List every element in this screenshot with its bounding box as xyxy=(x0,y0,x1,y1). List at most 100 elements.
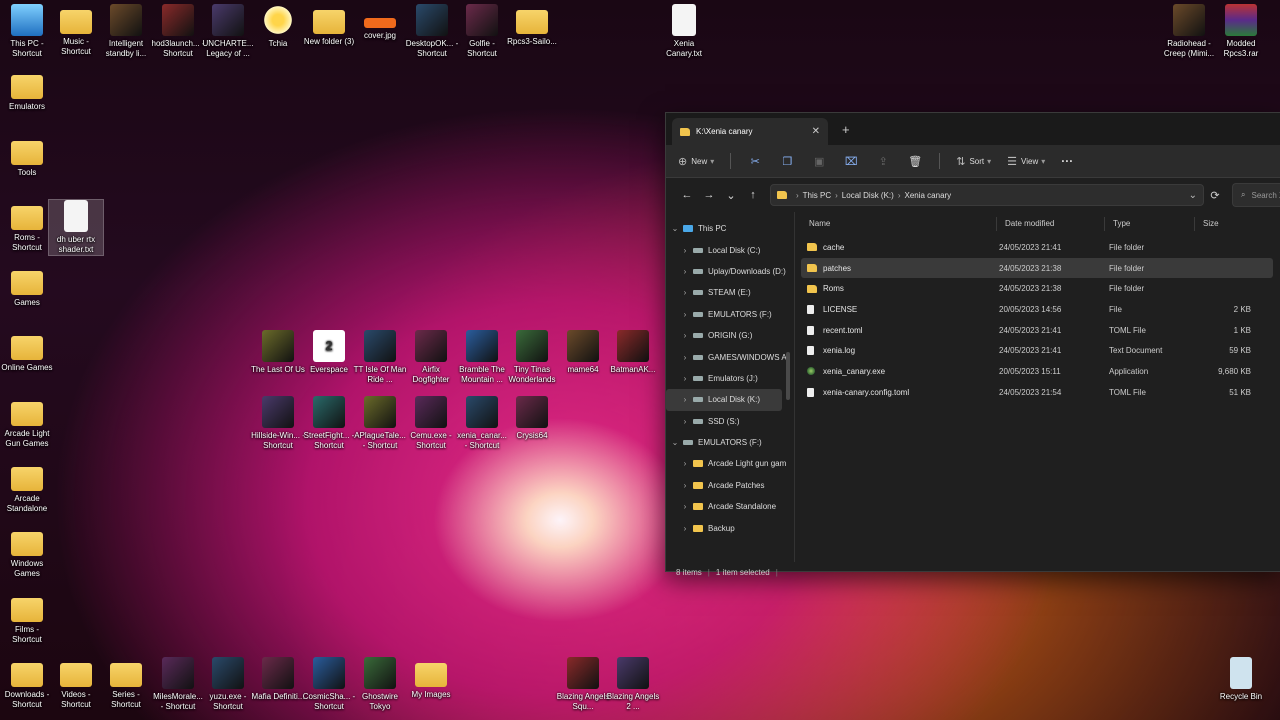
chevron-right-icon[interactable]: › xyxy=(680,417,690,426)
nav-item[interactable]: › Emulators (J:) xyxy=(666,368,794,389)
chevron-right-icon[interactable]: › xyxy=(680,288,690,297)
chevron-right-icon[interactable]: › xyxy=(680,353,690,362)
chevron-right-icon[interactable]: › xyxy=(680,374,690,383)
desktop-icon[interactable]: The Last Of Us xyxy=(251,330,305,375)
nav-item[interactable]: › ORIGIN (G:) xyxy=(666,325,794,346)
desktop-icon[interactable]: Modded Rpcs3.rar xyxy=(1214,4,1268,59)
close-icon[interactable]: ✕ xyxy=(812,126,820,137)
desktop-icon[interactable]: Emulators xyxy=(0,69,54,112)
desktop-icon[interactable]: Recycle Bin xyxy=(1214,657,1268,702)
nav-item[interactable]: › SSD (S:) xyxy=(666,411,794,432)
chevron-right-icon[interactable]: › xyxy=(680,524,690,533)
desktop-icon[interactable]: Radiohead - Creep (Mimi... xyxy=(1162,4,1216,59)
file-row[interactable]: Roms 24/05/2023 21:38 File folder xyxy=(801,278,1273,299)
nav-scrollbar[interactable] xyxy=(786,352,790,400)
nav-item[interactable]: › Local Disk (C:) xyxy=(666,239,794,260)
more-options-icon[interactable]: ··· xyxy=(1061,154,1073,168)
nav-item[interactable]: › Arcade Light gun gam xyxy=(666,453,794,474)
desktop-icon[interactable]: Roms - Shortcut xyxy=(0,200,54,253)
desktop-icon[interactable]: Games xyxy=(0,265,54,308)
desktop-icon[interactable]: Online Games xyxy=(0,330,54,373)
file-row[interactable]: xenia_canary.exe 20/05/2023 15:11 Applicat… xyxy=(801,361,1273,382)
desktop-icon[interactable]: hod3launch... - Shortcut xyxy=(151,4,205,59)
copy-icon[interactable]: ❐ xyxy=(779,155,795,168)
rename-icon[interactable]: ⌧ xyxy=(843,155,859,168)
address-bar[interactable]: › This PC › Local Disk (K:) › Xenia cana… xyxy=(770,184,1204,206)
nav-item[interactable]: › GAMES/WINDOWS AI xyxy=(666,346,794,367)
desktop-icon[interactable]: Downloads - Shortcut xyxy=(0,657,54,710)
column-date-modified[interactable]: Date modified xyxy=(997,217,1105,231)
desktop-icon[interactable]: Series - Shortcut xyxy=(99,657,153,710)
breadcrumb-this-pc[interactable]: This PC xyxy=(803,191,831,200)
desktop-icon[interactable]: Tiny Tinas Wonderlands xyxy=(505,330,559,385)
desktop-icon[interactable]: New folder (3) xyxy=(302,4,356,47)
forward-icon[interactable]: → xyxy=(698,189,720,201)
desktop-icon[interactable]: Bramble The Mountain ... xyxy=(455,330,509,385)
chevron-down-icon[interactable]: ⌄ xyxy=(670,438,680,447)
desktop-icon[interactable]: My Images xyxy=(404,657,458,700)
chevron-right-icon[interactable]: › xyxy=(680,481,690,490)
desktop-icon[interactable]: Xenia Canary.txt xyxy=(657,4,711,59)
desktop-icon[interactable]: APlagueTale... - Shortcut xyxy=(353,396,407,451)
desktop-icon[interactable]: DesktopOK... - Shortcut xyxy=(405,4,459,59)
column-name[interactable]: Name xyxy=(801,217,997,231)
chevron-right-icon[interactable]: › xyxy=(680,459,690,468)
desktop-icon[interactable]: Rpcs3-Sailo... xyxy=(505,4,559,47)
nav-item[interactable]: › Backup xyxy=(666,517,794,538)
desktop-icon[interactable]: MilesMorale... - Shortcut xyxy=(151,657,205,712)
cut-icon[interactable]: ✂ xyxy=(747,155,763,168)
desktop-icon[interactable]: Ghostwire Tokyo xyxy=(353,657,407,712)
desktop-icon[interactable]: Tools xyxy=(0,135,54,178)
chevron-right-icon[interactable]: › xyxy=(680,267,690,276)
desktop-icon[interactable]: UNCHARTE... Legacy of ... xyxy=(201,4,255,59)
desktop-icon[interactable]: 2 Everspace xyxy=(302,330,356,375)
desktop-icon[interactable]: Blazing Angels Squ... xyxy=(556,657,610,712)
desktop-icon[interactable]: Intelligent standby li... xyxy=(99,4,153,59)
column-type[interactable]: Type xyxy=(1105,217,1195,231)
chevron-right-icon[interactable]: › xyxy=(680,246,690,255)
chevron-right-icon[interactable]: › xyxy=(680,310,690,319)
share-icon[interactable]: ⇪ xyxy=(875,155,891,168)
column-size[interactable]: Size xyxy=(1195,217,1271,231)
nav-item[interactable]: ⌄ This PC xyxy=(666,218,794,239)
desktop-icon[interactable]: Tchia xyxy=(251,4,305,49)
desktop-icon[interactable]: Blazing Angels 2 ... xyxy=(606,657,660,712)
desktop-icon[interactable]: BatmanAK... xyxy=(606,330,660,375)
desktop-icon[interactable]: mame64 xyxy=(556,330,610,375)
nav-item[interactable]: › Arcade Patches xyxy=(666,475,794,496)
desktop-icon[interactable]: Films - Shortcut xyxy=(0,592,54,645)
file-row[interactable]: cache 24/05/2023 21:41 File folder xyxy=(801,237,1273,258)
chevron-right-icon[interactable]: › xyxy=(680,502,690,511)
file-row[interactable]: xenia-canary.config.toml 24/05/2023 21:54… xyxy=(801,382,1273,403)
up-icon[interactable]: ↑ xyxy=(742,189,764,201)
desktop-icon[interactable]: dh uber rtx shader.txt xyxy=(48,199,104,256)
nav-item[interactable]: › STEAM (E:) xyxy=(666,282,794,303)
desktop-icon[interactable]: Mafia Definiti... xyxy=(251,657,305,702)
search-input[interactable]: ⌕ Search Xenia ca xyxy=(1232,183,1280,207)
desktop-icon[interactable]: Music - Shortcut xyxy=(49,4,103,57)
breadcrumb-local-disk[interactable]: Local Disk (K:) xyxy=(842,191,894,200)
delete-icon[interactable]: 🗑 xyxy=(907,155,923,168)
chevron-right-icon[interactable]: › xyxy=(680,331,690,340)
desktop-icon[interactable]: Videos - Shortcut xyxy=(49,657,103,710)
desktop-icon[interactable]: Cemu.exe - Shortcut xyxy=(404,396,458,451)
file-row[interactable]: xenia.log 24/05/2023 21:41 Text Document 59… xyxy=(801,340,1273,361)
refresh-icon[interactable]: ⟳ xyxy=(1204,189,1226,202)
breadcrumb-xenia-canary[interactable]: Xenia canary xyxy=(904,191,951,200)
desktop-icon[interactable]: This PC - Shortcut xyxy=(0,4,54,59)
back-icon[interactable]: ← xyxy=(676,189,698,201)
desktop-icon[interactable]: TT Isle Of Man Ride ... xyxy=(353,330,407,385)
chevron-down-icon[interactable]: ⌄ xyxy=(1189,190,1197,201)
nav-item[interactable]: › Local Disk (K:) xyxy=(666,389,782,411)
desktop-icon[interactable]: Airfix Dogfighter xyxy=(404,330,458,385)
desktop-icon[interactable]: cover.jpg xyxy=(353,4,407,41)
nav-item[interactable]: › EMULATORS (F:) xyxy=(666,304,794,325)
desktop-icon[interactable]: Hillside-Win... - Shortcut xyxy=(251,396,305,451)
nav-item[interactable]: ⌄ EMULATORS (F:) xyxy=(666,432,794,453)
chevron-down-icon[interactable]: ⌄ xyxy=(670,224,680,233)
desktop-icon[interactable]: xenia_canar... - Shortcut xyxy=(455,396,509,451)
desktop-icon[interactable]: StreetFight... - Shortcut xyxy=(302,396,356,451)
desktop-icon[interactable]: Arcade Standalone xyxy=(0,461,54,514)
new-tab-icon[interactable]: + xyxy=(842,122,850,137)
nav-item[interactable]: › Uplay/Downloads (D:) xyxy=(666,261,794,282)
